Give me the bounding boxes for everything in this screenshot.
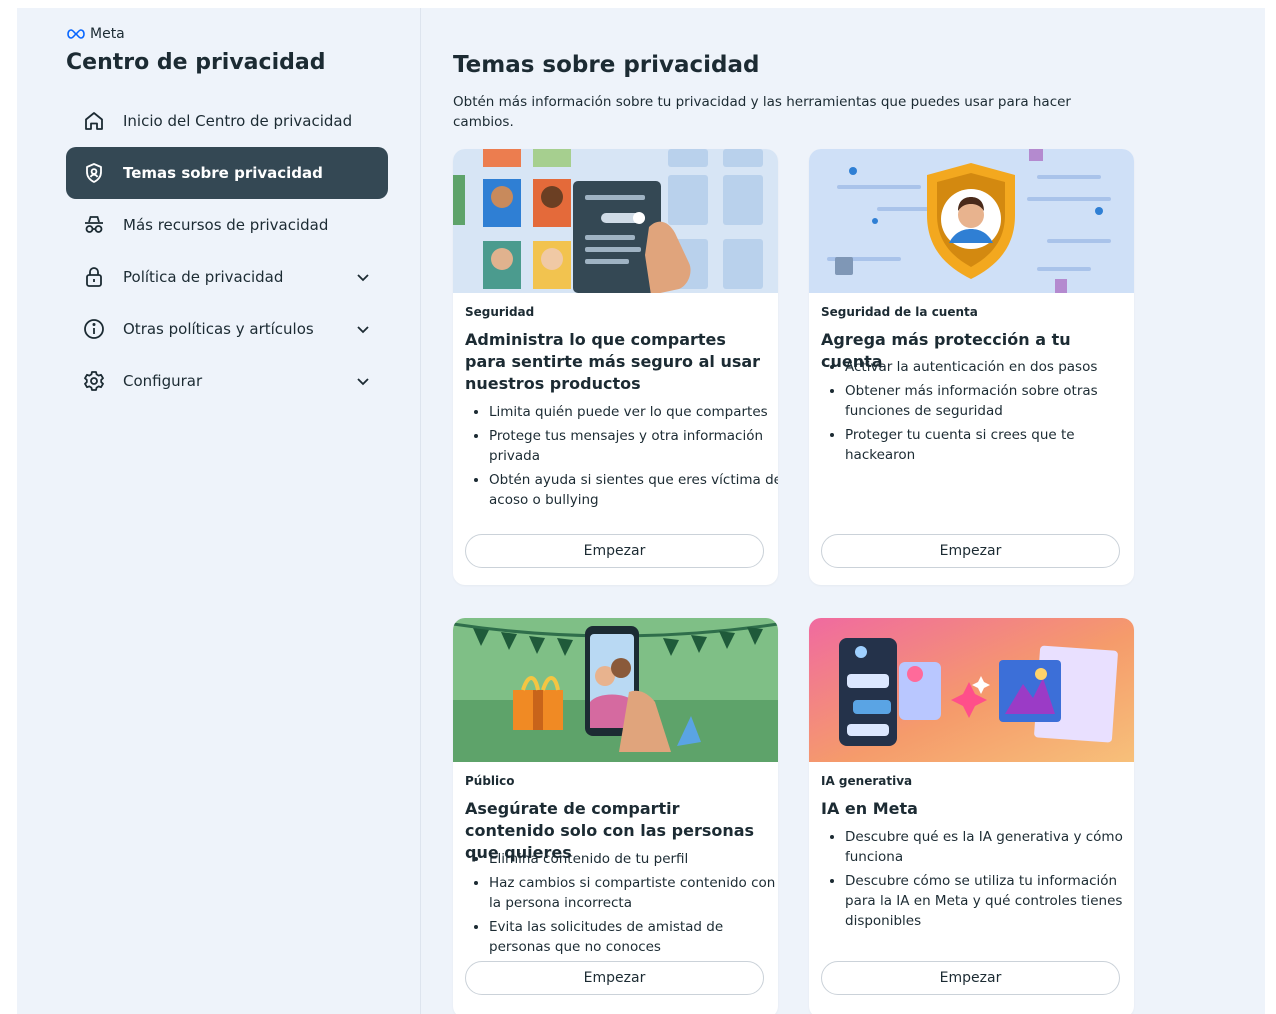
sidebar-item-privacy-policy[interactable]: Política de privacidad [66, 251, 388, 303]
sidebar: Meta Centro de privacidad Inicio del Cen… [17, 8, 421, 1014]
sidebar-item-label: Otras políticas y artículos [123, 320, 314, 338]
home-icon [82, 109, 106, 133]
list-item: Activar la autenticación en dos pasos [845, 357, 1134, 377]
start-button[interactable]: Empezar [465, 534, 764, 568]
list-item: Descubre cómo se utiliza tu información … [845, 871, 1134, 931]
sidebar-item-label: Más recursos de privacidad [123, 216, 329, 234]
shield-icon [82, 161, 106, 185]
info-icon [82, 317, 106, 341]
card-category: Público [465, 774, 515, 788]
sidebar-title: Centro de privacidad [66, 50, 326, 75]
sidebar-item-label: Política de privacidad [123, 268, 284, 286]
page-title: Temas sobre privacidad [453, 52, 760, 78]
card-bullets: Elimina contenido de tu perfil Haz cambi… [465, 849, 778, 961]
sidebar-item-label: Configurar [123, 372, 203, 390]
card-bullets: Descubre qué es la IA generativa y cómo … [821, 827, 1134, 935]
sidebar-nav: Inicio del Centro de privacidad Temas so… [66, 95, 388, 407]
card-category: Seguridad [465, 305, 535, 319]
sidebar-item-other-policies[interactable]: Otras políticas y artículos [66, 303, 388, 355]
list-item: Evita las solicitudes de amistad de pers… [489, 917, 778, 957]
sidebar-item-home[interactable]: Inicio del Centro de privacidad [66, 95, 388, 147]
gear-icon [82, 369, 106, 393]
card-title: Administra lo que compartes para sentirt… [465, 330, 761, 393]
generative-ai-illustration [809, 618, 1134, 762]
card-bullets: Limita quién puede ver lo que compartes … [465, 402, 778, 514]
meta-logo[interactable]: Meta [66, 26, 125, 42]
security-illustration [453, 149, 778, 293]
card-category: Seguridad de la cuenta [821, 305, 978, 319]
list-item: Obtén ayuda si sientes que eres víctima … [489, 470, 778, 510]
public-sharing-illustration [453, 618, 778, 762]
list-item: Protege tus mensajes y otra información … [489, 426, 778, 466]
list-item: Descubre qué es la IA generativa y cómo … [845, 827, 1134, 867]
sidebar-item-privacy-topics[interactable]: Temas sobre privacidad [66, 147, 388, 199]
chevron-down-icon[interactable] [354, 372, 372, 390]
sidebar-item-label: Inicio del Centro de privacidad [123, 112, 353, 130]
topic-card-public: Público Asegúrate de compartir contenido… [453, 618, 778, 1014]
topic-card-generative-ai: IA generativa IA en Meta Descubre qué es… [809, 618, 1134, 1014]
card-bullets: Activar la autenticación en dos pasos Ob… [821, 357, 1134, 469]
card-category: IA generativa [821, 774, 913, 788]
main-content: Temas sobre privacidad Obtén más informa… [453, 8, 1253, 1014]
list-item: Limita quién puede ver lo que compartes [489, 402, 778, 422]
chevron-down-icon[interactable] [354, 320, 372, 338]
sidebar-item-more-resources[interactable]: Más recursos de privacidad [66, 199, 388, 251]
meta-logo-text: Meta [90, 26, 125, 42]
topic-card-account-security: Seguridad de la cuenta Agrega más protec… [809, 149, 1134, 585]
card-title: IA en Meta [821, 799, 918, 818]
meta-infinity-icon [67, 29, 85, 39]
list-item: Obtener más información sobre otras func… [845, 381, 1134, 421]
incognito-icon [82, 213, 106, 237]
account-security-illustration [809, 149, 1134, 293]
list-item: Haz cambios si compartiste contenido con… [489, 873, 778, 913]
list-item: Elimina contenido de tu perfil [489, 849, 778, 869]
list-item: Proteger tu cuenta si crees que te hacke… [845, 425, 1134, 465]
privacy-center-page: Meta Centro de privacidad Inicio del Cen… [17, 8, 1265, 1014]
start-button[interactable]: Empezar [465, 961, 764, 995]
chevron-down-icon[interactable] [354, 268, 372, 286]
sidebar-item-label: Temas sobre privacidad [123, 164, 323, 182]
start-button[interactable]: Empezar [821, 534, 1120, 568]
sidebar-item-settings[interactable]: Configurar [66, 355, 388, 407]
start-button[interactable]: Empezar [821, 961, 1120, 995]
lock-icon [82, 265, 106, 289]
topic-card-security: Seguridad Administra lo que compartes pa… [453, 149, 778, 585]
page-description: Obtén más información sobre tu privacida… [453, 94, 1071, 130]
